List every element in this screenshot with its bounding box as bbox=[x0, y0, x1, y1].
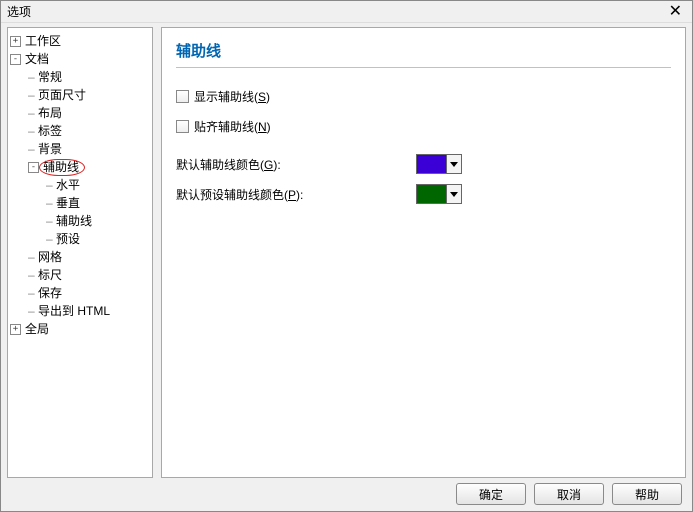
tree-item-vertical[interactable]: –垂直 bbox=[10, 194, 150, 212]
body-area: + 工作区 - 文档 –常规 –页面尺寸 –布局 –标签 –背景 - 辅助线 –… bbox=[1, 23, 692, 478]
tree-item-workspace[interactable]: + 工作区 bbox=[10, 32, 150, 50]
ok-button[interactable]: 确定 bbox=[456, 483, 526, 505]
color-swatch-box bbox=[417, 185, 447, 203]
tree-item-export-html[interactable]: –导出到 HTML bbox=[10, 302, 150, 320]
chevron-down-icon[interactable] bbox=[447, 155, 461, 173]
tree-item-preset[interactable]: –预设 bbox=[10, 230, 150, 248]
panel-title: 辅助线 bbox=[176, 40, 671, 68]
default-color-label: 默认辅助线颜色(G): bbox=[176, 156, 416, 173]
show-guides-label: 显示辅助线(S) bbox=[194, 88, 270, 105]
tree-item-ruler[interactable]: –标尺 bbox=[10, 266, 150, 284]
tree-item-grid[interactable]: –网格 bbox=[10, 248, 150, 266]
snap-guides-label: 贴齐辅助线(N) bbox=[194, 118, 271, 135]
tree-item-general[interactable]: –常规 bbox=[10, 68, 150, 86]
tree-item-guides-sub[interactable]: –辅助线 bbox=[10, 212, 150, 230]
options-dialog: 选项 ✕ + 工作区 - 文档 –常规 –页面尺寸 –布局 –标签 –背景 - … bbox=[0, 0, 693, 512]
tree-item-layout[interactable]: –布局 bbox=[10, 104, 150, 122]
tree-item-horizontal[interactable]: –水平 bbox=[10, 176, 150, 194]
close-icon[interactable]: ✕ bbox=[665, 4, 686, 20]
default-color-row: 默认辅助线颜色(G): bbox=[176, 154, 671, 174]
preset-color-label: 默认预设辅助线颜色(P): bbox=[176, 186, 416, 203]
collapse-icon[interactable]: - bbox=[28, 162, 39, 173]
preset-color-row: 默认预设辅助线颜色(P): bbox=[176, 184, 671, 204]
tree-item-pagesize[interactable]: –页面尺寸 bbox=[10, 86, 150, 104]
show-guides-row: 显示辅助线(S) bbox=[176, 84, 671, 108]
tree-item-background[interactable]: –背景 bbox=[10, 140, 150, 158]
expand-icon[interactable]: + bbox=[10, 36, 21, 47]
collapse-icon[interactable]: - bbox=[10, 54, 21, 65]
content-pane: 辅助线 显示辅助线(S) 贴齐辅助线(N) 默认辅助线颜色(G): 默认预设辅助… bbox=[161, 27, 686, 478]
snap-guides-row: 贴齐辅助线(N) bbox=[176, 114, 671, 138]
tree-item-global[interactable]: + 全局 bbox=[10, 320, 150, 338]
tree-item-labels[interactable]: –标签 bbox=[10, 122, 150, 140]
tree-item-save[interactable]: –保存 bbox=[10, 284, 150, 302]
cancel-button[interactable]: 取消 bbox=[534, 483, 604, 505]
button-bar: 确定 取消 帮助 bbox=[456, 483, 682, 505]
titlebar: 选项 ✕ bbox=[1, 1, 692, 23]
default-color-picker[interactable] bbox=[416, 154, 462, 174]
window-title: 选项 bbox=[7, 3, 31, 20]
snap-guides-checkbox[interactable] bbox=[176, 120, 189, 133]
tree-item-document[interactable]: - 文档 bbox=[10, 50, 150, 68]
chevron-down-icon[interactable] bbox=[447, 185, 461, 203]
show-guides-checkbox[interactable] bbox=[176, 90, 189, 103]
color-swatch-box bbox=[417, 155, 447, 173]
expand-icon[interactable]: + bbox=[10, 324, 21, 335]
preset-color-picker[interactable] bbox=[416, 184, 462, 204]
tree-item-guides[interactable]: - 辅助线 bbox=[10, 158, 150, 176]
help-button[interactable]: 帮助 bbox=[612, 483, 682, 505]
category-tree[interactable]: + 工作区 - 文档 –常规 –页面尺寸 –布局 –标签 –背景 - 辅助线 –… bbox=[7, 27, 153, 478]
